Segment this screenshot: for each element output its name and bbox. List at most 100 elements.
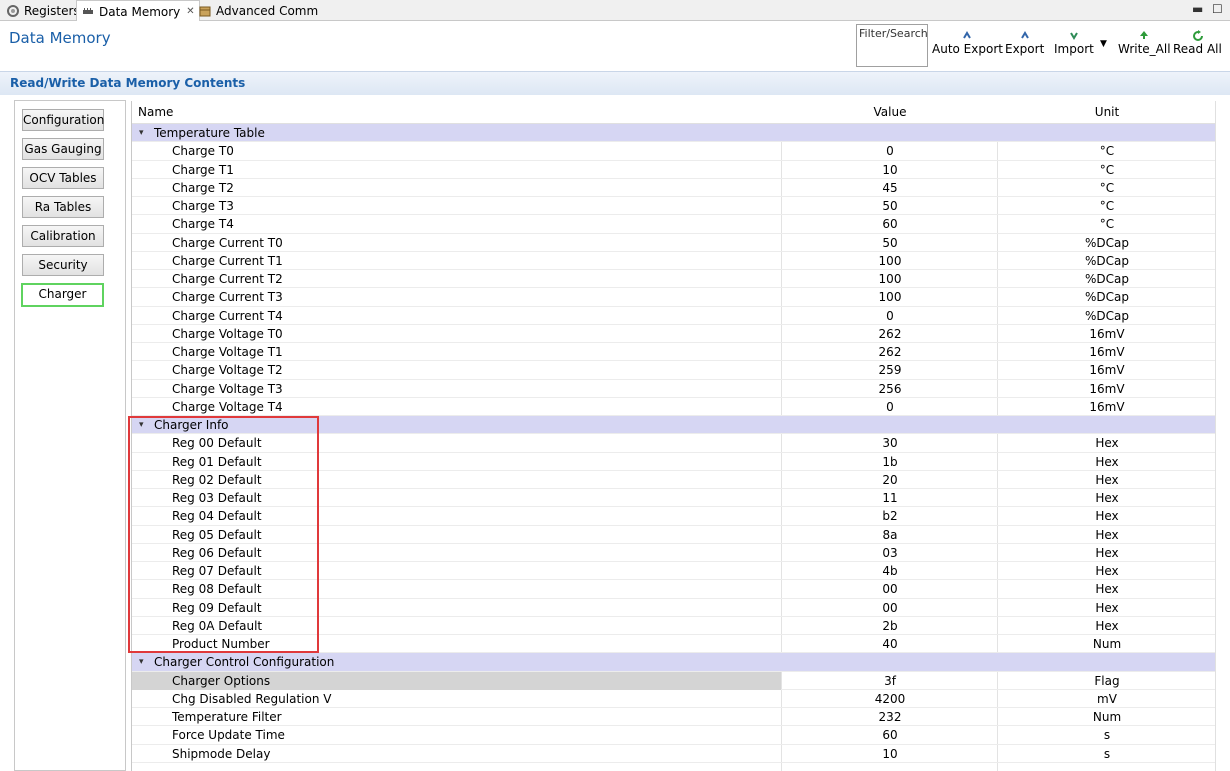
export-button[interactable]: Export: [1005, 30, 1044, 56]
group-row[interactable]: ▾ Charger Control Configuration: [132, 653, 1216, 672]
table-row[interactable]: Charge T2 45 °C: [132, 179, 1216, 197]
group-label: Temperature Table: [154, 126, 265, 140]
cell-value[interactable]: 40: [782, 635, 998, 653]
table-row[interactable]: Reg 0A Default 2b Hex: [132, 617, 1216, 635]
chevron-down-icon[interactable]: ▼: [1100, 39, 1107, 49]
column-header-unit[interactable]: Unit: [998, 101, 1216, 124]
cell-unit: °C: [1099, 144, 1115, 159]
cell-value[interactable]: 100: [782, 270, 998, 288]
category-calibration-button[interactable]: Calibration: [22, 225, 104, 247]
read-all-button[interactable]: Read All: [1173, 30, 1222, 56]
table-row[interactable]: Reg 07 Default 4b Hex: [132, 562, 1216, 581]
table-row[interactable]: Charger Options 3f Flag: [132, 671, 1216, 690]
cell-value[interactable]: 45: [782, 179, 998, 197]
group-row[interactable]: ▾ Charger Info: [132, 416, 1216, 435]
cell-value[interactable]: 60: [782, 215, 998, 233]
cell-value[interactable]: 00: [782, 599, 998, 617]
cell-value[interactable]: 256: [782, 380, 998, 398]
column-header-name[interactable]: Name: [138, 101, 173, 124]
table-row[interactable]: Reg 02 Default 20 Hex: [132, 471, 1216, 489]
maximize-icon[interactable]: ☐: [1212, 2, 1223, 16]
import-button[interactable]: Import: [1054, 30, 1094, 56]
cell-value[interactable]: 8a: [782, 526, 998, 544]
table-row[interactable]: Charge Current T0 50 %DCap: [132, 234, 1216, 252]
table-row[interactable]: Charge Current T2 100 %DCap: [132, 270, 1216, 289]
table-row[interactable]: Reg 03 Default 11 Hex: [132, 489, 1216, 508]
cell-value[interactable]: 100: [782, 288, 998, 306]
table-row[interactable]: Reg 05 Default 8a Hex: [132, 526, 1216, 544]
table-row[interactable]: Reg 00 Default 30 Hex: [132, 434, 1216, 453]
table-row[interactable]: Reg 01 Default 1b Hex: [132, 453, 1216, 471]
cell-value[interactable]: b2: [782, 507, 998, 525]
filter-search-input[interactable]: Filter/Search: [856, 24, 928, 67]
category-ra-tables-button[interactable]: Ra Tables: [22, 196, 104, 218]
cell-value[interactable]: 10: [782, 745, 998, 763]
category-configuration-button[interactable]: Configuration: [22, 109, 104, 131]
data-memory-table: Name Value Unit ▾ Temperature Table Charge…: [131, 101, 1216, 771]
cell-value[interactable]: 11: [782, 489, 998, 507]
cell-value[interactable]: 262: [782, 343, 998, 361]
cell-value[interactable]: 20: [782, 471, 998, 489]
category-charger-button[interactable]: Charger: [21, 283, 104, 307]
tool-label: Read All: [1173, 42, 1222, 56]
cell-value[interactable]: 10: [782, 161, 998, 179]
minimize-icon[interactable]: ▬: [1192, 2, 1203, 16]
chevron-down-icon[interactable]: ▾: [139, 416, 144, 434]
cell-value[interactable]: 0: [782, 142, 998, 160]
cell-value[interactable]: 50: [782, 234, 998, 252]
cell-value[interactable]: 259: [782, 361, 998, 379]
table-row[interactable]: Temperature Filter 232 Num: [132, 708, 1216, 727]
table-row[interactable]: Charge Voltage T4 0 16mV: [132, 398, 1216, 416]
cell-value[interactable]: 30: [782, 434, 998, 452]
table-row[interactable]: Charge T0 0 °C: [132, 142, 1216, 161]
table-row[interactable]: Charge T4 60 °C: [132, 215, 1216, 234]
table-row[interactable]: Charge T1 10 °C: [132, 161, 1216, 179]
tab-advanced-comm[interactable]: Advanced Comm: [194, 0, 322, 21]
cell-unit: Hex: [1095, 454, 1119, 469]
table-row[interactable]: Chg Disabled Regulation V 4200 mV: [132, 690, 1216, 708]
table-row[interactable]: Charge Voltage T1 262 16mV: [132, 343, 1216, 362]
table-row[interactable]: Charge Voltage T2 259 16mV: [132, 361, 1216, 380]
cell-value[interactable]: 262: [782, 325, 998, 343]
auto-export-button[interactable]: Auto Export: [932, 30, 1003, 56]
cell-value[interactable]: 1b: [782, 453, 998, 471]
cell-value[interactable]: 2b: [782, 617, 998, 635]
chevron-down-icon[interactable]: ▾: [139, 653, 144, 671]
cell-value[interactable]: 100: [782, 252, 998, 270]
table-row[interactable]: Charge Voltage T0 262 16mV: [132, 325, 1216, 343]
category-gas-gauging-button[interactable]: Gas Gauging: [22, 138, 104, 160]
table-row[interactable]: Reg 04 Default b2 Hex: [132, 507, 1216, 526]
group-row[interactable]: ▾ Temperature Table: [132, 124, 1216, 143]
table-row[interactable]: Reg 09 Default 00 Hex: [132, 599, 1216, 617]
cell-value[interactable]: 60: [782, 726, 998, 744]
table-row[interactable]: Reg 06 Default 03 Hex: [132, 544, 1216, 562]
cell-value[interactable]: 4200: [782, 690, 998, 708]
tab-data-memory[interactable]: Data Memory ✕: [76, 0, 200, 22]
category-security-button[interactable]: Security: [22, 254, 104, 276]
table-row[interactable]: Charge Current T1 100 %DCap: [132, 252, 1216, 270]
cell-value[interactable]: 0: [782, 398, 998, 416]
write-all-button[interactable]: Write_All: [1118, 30, 1171, 56]
tool-label: Import: [1054, 42, 1094, 56]
table-row[interactable]: Product Number 40 Num: [132, 635, 1216, 654]
tab-registers[interactable]: Registers: [2, 0, 84, 21]
cell-value[interactable]: 4b: [782, 562, 998, 580]
table-row[interactable]: Charge Voltage T3 256 16mV: [132, 380, 1216, 398]
cell-name: Reg 05 Default: [172, 527, 262, 542]
table-row[interactable]: Force Update Time 60 s: [132, 726, 1216, 745]
table-row[interactable]: Charge Current T3 100 %DCap: [132, 288, 1216, 307]
cell-value[interactable]: 3f: [782, 672, 998, 690]
page-header: Data Memory Filter/Search Auto Export Ex…: [0, 21, 1230, 71]
table-row[interactable]: Charge Current T4 0 %DCap: [132, 307, 1216, 325]
cell-value[interactable]: 03: [782, 544, 998, 562]
cell-value[interactable]: 50: [782, 197, 998, 215]
chevron-down-icon[interactable]: ▾: [139, 124, 144, 142]
cell-value[interactable]: 00: [782, 580, 998, 598]
category-ocv-tables-button[interactable]: OCV Tables: [22, 167, 104, 189]
table-row[interactable]: Shipmode Delay 10 s: [132, 745, 1216, 763]
table-row[interactable]: Charge T3 50 °C: [132, 197, 1216, 216]
column-header-value[interactable]: Value: [782, 101, 998, 124]
table-row[interactable]: Reg 08 Default 00 Hex: [132, 580, 1216, 599]
cell-value[interactable]: 0: [782, 307, 998, 325]
cell-value[interactable]: 232: [782, 708, 998, 726]
